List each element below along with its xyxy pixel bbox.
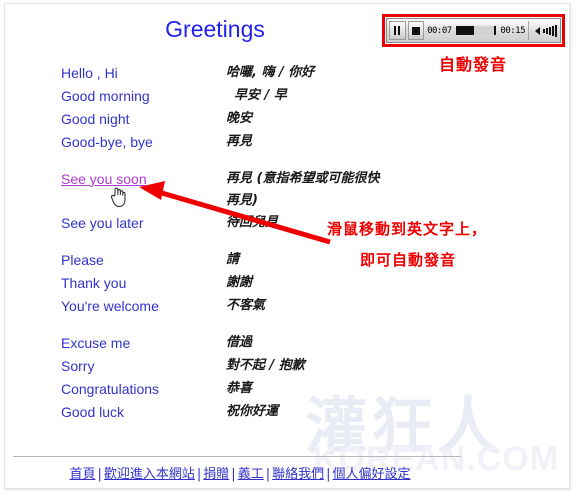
phrase-table: Hello , Hi 哈囉, 嗨 / 你好 Good morning 早安 / 早 Go… — [61, 62, 421, 424]
annotation-hover-line1: 滑鼠移動到英文字上， — [327, 220, 488, 238]
phrase-english-link[interactable]: See you later — [61, 212, 226, 235]
phrase-row: Hello , Hi 哈囉, 嗨 / 你好 — [61, 62, 421, 85]
stop-icon — [411, 26, 420, 35]
phrase-english-link[interactable]: Good luck — [61, 401, 226, 424]
total-time: 00:15 — [500, 25, 525, 36]
phrase-english-link[interactable]: See you soon — [61, 168, 226, 191]
volume-icon — [535, 26, 540, 35]
volume-control[interactable] — [528, 21, 557, 40]
footer-link[interactable]: 聯絡我們 — [272, 467, 324, 482]
phrase-chinese-text: 對不起 / 抱歉 — [226, 358, 305, 373]
phrase-row: Congratulations 恭喜 — [61, 378, 421, 401]
footer-separator: | — [265, 467, 271, 482]
phrase-chinese-text: 早安 / 早 — [234, 88, 287, 103]
elapsed-time: 00:07 — [427, 25, 452, 36]
phrase-english-link[interactable]: Thank you — [61, 272, 226, 295]
phrase-row: Sorry 對不起 / 抱歉 — [61, 355, 421, 378]
pause-button[interactable] — [389, 21, 406, 40]
footer-link[interactable]: 義工 — [238, 467, 264, 482]
phrase-chinese-text: 哈囉, 嗨 / 你好 — [226, 65, 315, 80]
progress-fill — [455, 26, 474, 35]
phrase-chinese-text: 謝謝 — [226, 275, 253, 290]
phrase-english-link[interactable]: Sorry — [61, 355, 226, 378]
footer-link[interactable]: 首頁 — [69, 467, 95, 482]
phrase-english-link[interactable]: Hello , Hi — [61, 62, 226, 85]
phrase-english-link[interactable]: Good morning — [61, 85, 226, 108]
volume-bar-5 — [555, 24, 557, 37]
volume-bar-4 — [552, 25, 554, 36]
phrase-english-link[interactable]: Excuse me — [61, 332, 226, 355]
footer-divider — [13, 456, 461, 457]
phrase-english-link[interactable]: Good-bye, bye — [61, 131, 226, 154]
footer-separator: | — [326, 467, 331, 482]
phrase-row: Excuse me 借過 — [61, 332, 421, 355]
phrase-row: Good luck 祝你好運 — [61, 401, 421, 424]
volume-bar-3 — [549, 26, 551, 35]
phrase-chinese-text: 借過 — [226, 335, 253, 350]
phrase-chinese-text: 不客氣 — [226, 298, 266, 313]
footer-link[interactable]: 捐贈 — [203, 467, 229, 482]
phrase-chinese-text: 祝你好運 — [226, 404, 279, 419]
phrase-row: Thank you 謝謝 — [61, 272, 421, 295]
phrase-english-link[interactable]: Congratulations — [61, 378, 226, 401]
footer-separator: | — [231, 467, 236, 482]
footer-nav: 首頁 | 歡迎進入本網站 | 捐贈 | 義工 | 聯絡我們 | 個人偏好設定 — [5, 463, 475, 482]
annotation-hover-line2: 即可自動發音 — [360, 251, 457, 269]
footer-link[interactable]: 歡迎進入本網站 — [104, 467, 195, 482]
annotation-autoplay: 自動發音 — [439, 55, 508, 74]
footer-link[interactable]: 個人偏好設定 — [333, 467, 411, 482]
phrase-row: Good-bye, bye 再見 — [61, 131, 421, 154]
stop-button[interactable] — [407, 21, 425, 40]
phrase-row: Good morning 早安 / 早 — [61, 85, 421, 108]
phrase-chinese-text: 晚安 — [226, 111, 253, 126]
media-player[interactable]: 00:07 00:15 — [386, 18, 561, 43]
footer-separator: | — [97, 467, 102, 482]
phrase-chinese-text: 再見 (意指希望或可能很快 再見) — [226, 171, 380, 208]
phrase-english-link[interactable]: Good night — [61, 108, 226, 131]
volume-bar-2 — [546, 27, 548, 34]
phrase-chinese-text: 恭喜 — [226, 381, 253, 396]
page-frame: 灌狂人 KOREAN.COM Greetings 00:07 00:15 自動發… — [4, 3, 570, 489]
progress-bar[interactable] — [455, 26, 497, 35]
phrase-english-link[interactable]: Please — [61, 249, 226, 272]
phrase-row: Good night 晚安 — [61, 108, 421, 131]
phrase-chinese-text: 再見 — [226, 134, 253, 149]
phrase-english-link[interactable]: You're welcome — [61, 295, 226, 318]
pause-icon — [394, 26, 401, 35]
hand-cursor-icon — [110, 187, 126, 207]
volume-bar-1 — [543, 28, 545, 33]
phrase-row: You're welcome 不客氣 — [61, 295, 421, 318]
page-title: Greetings — [165, 16, 265, 42]
